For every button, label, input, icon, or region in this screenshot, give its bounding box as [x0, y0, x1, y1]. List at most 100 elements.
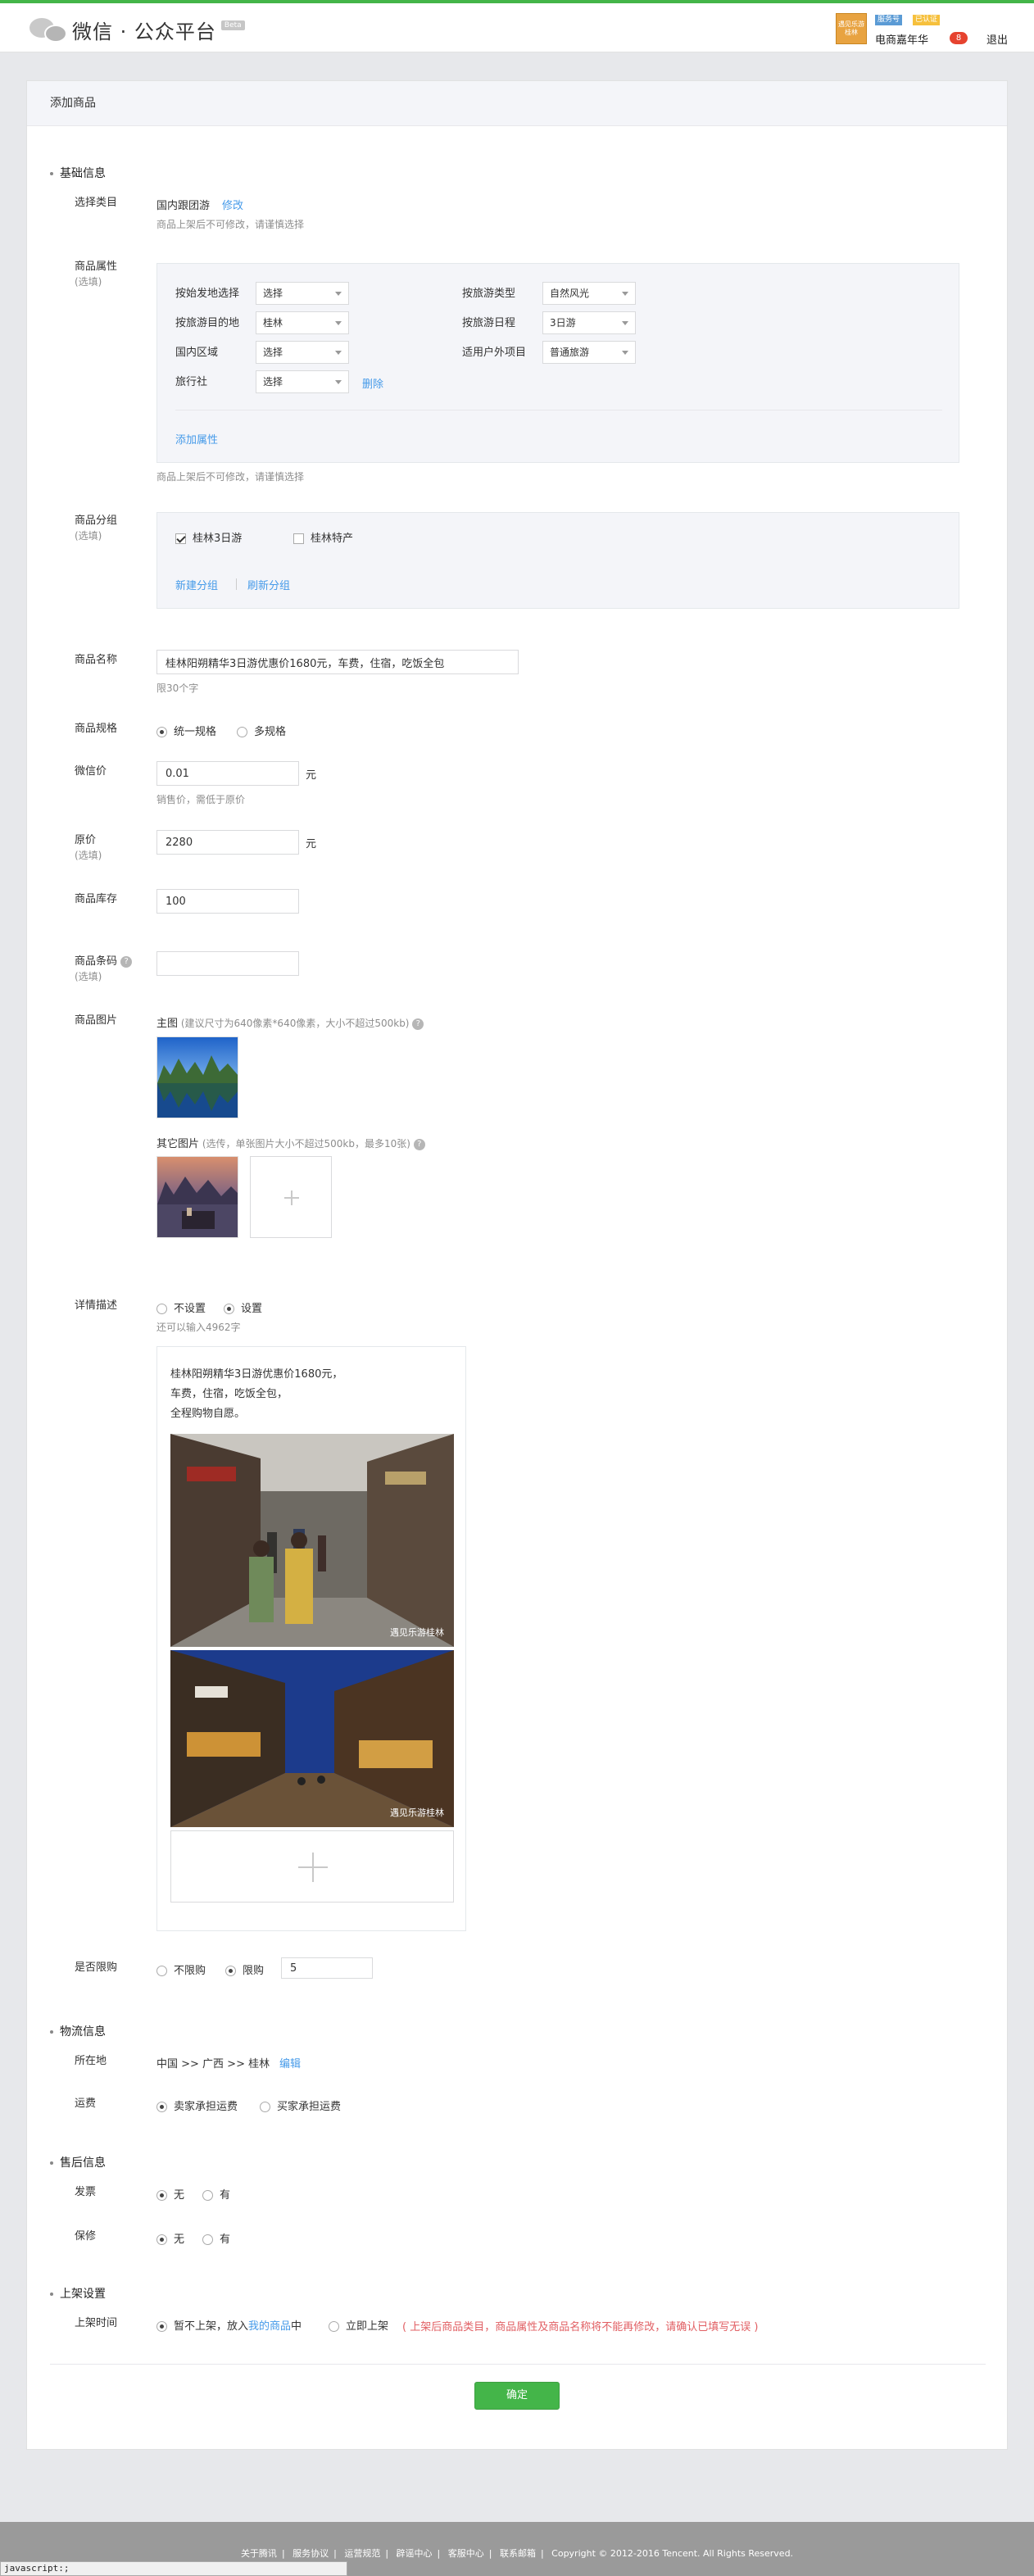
attr-agency-select[interactable]: 选择 — [256, 370, 349, 393]
attr-outdoor-select[interactable]: 普通旅游 — [542, 341, 636, 364]
radio-icon[interactable] — [329, 2321, 339, 2332]
attr-origin-label: 按始发地选择 — [175, 288, 240, 300]
detail-image-night[interactable]: 遇见乐游桂林 — [170, 1650, 454, 1827]
street-photo-icon — [170, 1434, 454, 1647]
detail-tip: 还可以输入4962字 — [156, 1322, 241, 1333]
location-label: 所在地 — [75, 2055, 107, 2067]
radio-checked-icon[interactable] — [225, 1966, 236, 1976]
radio-icon[interactable] — [237, 727, 247, 737]
chevron-down-icon — [335, 292, 342, 296]
attr-panel: 按始发地选择 选择 按旅游目的地 桂林 国内区域 选择 旅行社 选择 删除 按旅… — [156, 263, 959, 463]
account-name[interactable]: 电商嘉年华 — [875, 31, 928, 47]
footer-link-about[interactable]: 关于腾讯 — [241, 2548, 277, 2559]
footer-link-terms[interactable]: 服务协议 — [293, 2548, 329, 2559]
checkbox-checked-icon[interactable] — [175, 533, 186, 544]
shelf-time-label: 上架时间 — [75, 2317, 118, 2329]
help-icon[interactable]: ? — [412, 1018, 424, 1030]
copyright: Copyright © 2012-2016 Tencent. All Right… — [551, 2548, 794, 2559]
radio-checked-icon[interactable] — [156, 727, 167, 737]
spec-option-multi[interactable]: 多规格 — [237, 723, 286, 738]
stock-input[interactable] — [156, 889, 299, 914]
freight-option-seller[interactable]: 卖家承担运费 — [156, 2098, 238, 2113]
wx-price-unit: 元 — [306, 769, 317, 782]
my-products-link[interactable]: 我的商品 — [248, 2320, 291, 2333]
attr-schedule-select[interactable]: 3日游 — [542, 311, 636, 334]
invoice-option-no[interactable]: 无 — [156, 2186, 184, 2202]
invoice-option-yes[interactable]: 有 — [202, 2186, 230, 2202]
spec-option-unified[interactable]: 统一规格 — [156, 723, 216, 738]
shelf-warning: ( 上架后商品类目，商品属性及商品名称将不能再修改，请确认已填写无误 ) — [402, 2321, 759, 2333]
detail-add-image-button[interactable] — [170, 1830, 454, 1903]
wx-price-tip: 销售价，需低于原价 — [156, 794, 246, 805]
footer-links: 关于腾讯 | 服务协议 | 运营规范 | 辟谣中心 | 客服中心 | 联系邮箱 | Copy… — [240, 2548, 794, 2559]
main-image-thumbnail[interactable] — [156, 1036, 238, 1118]
shelf-option-now[interactable]: 立即上架 — [329, 2317, 388, 2333]
attr-agency-label: 旅行社 — [175, 376, 208, 388]
confirm-button[interactable]: 确定 — [474, 2382, 560, 2410]
category-value: 国内跟团游 — [156, 200, 211, 212]
attr-destination-select[interactable]: 桂林 — [256, 311, 349, 334]
category-label: 选择类目 — [75, 197, 118, 209]
category-edit-link[interactable]: 修改 — [222, 197, 243, 212]
group-option-guilin-specialty[interactable]: 桂林特产 — [293, 529, 353, 545]
footer-link-rumor[interactable]: 辟谣中心 — [397, 2548, 433, 2559]
footer-link-support[interactable]: 客服中心 — [448, 2548, 484, 2559]
warranty-option-no[interactable]: 无 — [156, 2230, 184, 2246]
logo-text: 微信 · 公众平台 — [72, 20, 216, 43]
limit-option-unlimited[interactable]: 不限购 — [156, 1961, 206, 1977]
detail-option-set[interactable]: 设置 — [224, 1299, 262, 1315]
radio-checked-icon[interactable] — [156, 2234, 167, 2245]
detail-option-none[interactable]: 不设置 — [156, 1299, 206, 1315]
help-icon[interactable]: ? — [413, 1138, 425, 1150]
name-input[interactable] — [156, 650, 519, 674]
group-new-link[interactable]: 新建分组 — [175, 577, 218, 592]
other-image-thumbnail[interactable] — [156, 1156, 238, 1238]
help-icon[interactable]: ? — [120, 955, 133, 968]
limit-option-limited[interactable]: 限购 — [225, 1961, 264, 1977]
group-option-guilin-3day[interactable]: 桂林3日游 — [175, 529, 242, 545]
radio-icon[interactable] — [156, 1966, 167, 1976]
add-image-button[interactable] — [250, 1156, 332, 1238]
location-edit-link[interactable]: 编辑 — [279, 2055, 301, 2070]
radio-icon[interactable] — [202, 2234, 213, 2245]
limit-input[interactable] — [281, 1957, 373, 1979]
orig-price-input[interactable] — [156, 830, 299, 855]
location-value: 中国 >> 广西 >> 桂林 — [156, 2058, 270, 2070]
avatar[interactable]: 遇见乐游桂林 — [836, 13, 867, 44]
footer-link-email[interactable]: 联系邮箱 — [500, 2548, 536, 2559]
freight-option-buyer[interactable]: 买家承担运费 — [260, 2098, 341, 2113]
detail-preview-text: 桂林阳朔精华3日游优惠价1680元， 车费，住宿，吃饭全包， 全程购物自愿。 — [170, 1368, 343, 1420]
account-info: 遇见乐游桂林 服务号 已认证 电商嘉年华 8 退出 — [836, 11, 1016, 48]
notification-badge[interactable]: 8 — [950, 32, 968, 44]
radio-checked-icon[interactable] — [156, 2190, 167, 2201]
radio-icon[interactable] — [260, 2102, 270, 2112]
wx-price-input[interactable] — [156, 761, 299, 786]
attr-delete-link[interactable]: 删除 — [362, 375, 383, 391]
watermark: 遇见乐游桂林 — [390, 1627, 444, 1638]
radio-checked-icon[interactable] — [224, 1304, 234, 1314]
attr-add-link[interactable]: 添加属性 — [175, 431, 218, 447]
chevron-down-icon — [335, 380, 342, 384]
attr-type-select[interactable]: 自然风光 — [542, 282, 636, 305]
beta-badge: Beta — [220, 20, 245, 30]
shelf-option-later[interactable]: 暂不上架，放入我的商品中 — [156, 2317, 302, 2333]
logo[interactable]: 微信 · 公众平台 Beta — [29, 15, 245, 44]
radio-checked-icon[interactable] — [156, 2102, 167, 2112]
radio-checked-icon[interactable] — [156, 2321, 167, 2332]
checkbox-icon[interactable] — [293, 533, 304, 544]
radio-icon[interactable] — [156, 1304, 167, 1314]
barcode-input[interactable] — [156, 951, 299, 976]
attr-origin-select[interactable]: 选择 — [256, 282, 349, 305]
footer-link-rules[interactable]: 运营规范 — [344, 2548, 380, 2559]
attr-tip: 商品上架后不可修改，请谨慎选择 — [156, 471, 305, 483]
attr-region-select[interactable]: 选择 — [256, 341, 349, 364]
section-basic-info: 基础信息 — [50, 165, 106, 181]
attr-outdoor-label: 适用户外项目 — [462, 347, 527, 359]
warranty-option-yes[interactable]: 有 — [202, 2230, 230, 2246]
detail-image-street[interactable]: 遇见乐游桂林 — [170, 1434, 454, 1647]
radio-icon[interactable] — [202, 2190, 213, 2201]
sunset-photo-icon — [157, 1157, 238, 1237]
group-refresh-link[interactable]: 刷新分组 — [247, 577, 290, 592]
freight-label: 运费 — [75, 2098, 97, 2110]
logout-link[interactable]: 退出 — [986, 31, 1008, 47]
